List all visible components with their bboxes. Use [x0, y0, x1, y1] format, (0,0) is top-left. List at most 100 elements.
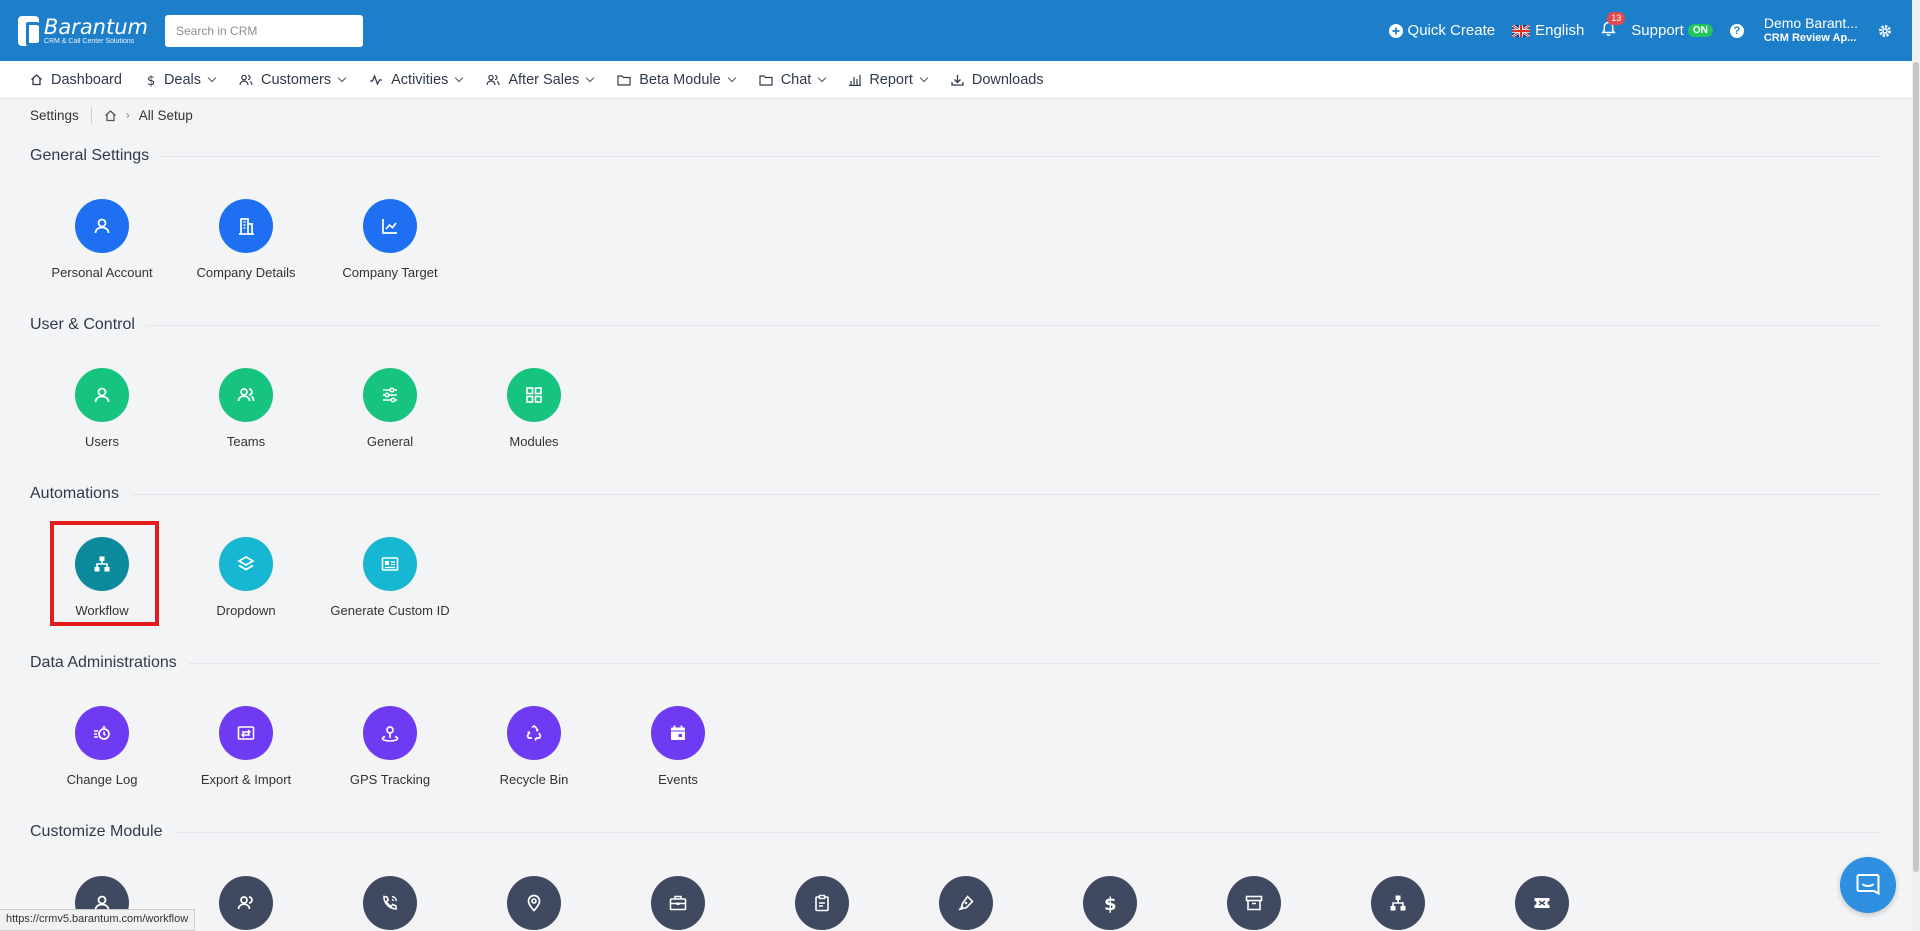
- nav-beta-module[interactable]: Beta Module: [617, 72, 736, 88]
- pen-nib-icon: [958, 895, 974, 911]
- tile-personal-account[interactable]: Personal Account: [37, 199, 167, 280]
- notifications-button[interactable]: 13: [1601, 11, 1626, 41]
- section-automations: Automations: [30, 485, 1882, 503]
- archive-icon: [1245, 895, 1263, 911]
- nav-downloads-label: Downloads: [971, 71, 1044, 88]
- tile-label: Generate Custom ID: [330, 603, 450, 618]
- chevron-down-icon: [586, 73, 595, 82]
- clipboard-icon: [815, 894, 829, 912]
- plus-circle-icon: [1388, 23, 1403, 38]
- quick-create-button[interactable]: Quick Create: [1388, 22, 1495, 39]
- sliders-icon: [383, 387, 397, 403]
- transfer-icon: [237, 726, 255, 740]
- users-icon: [486, 74, 500, 85]
- user-name: Demo Barant...: [1763, 14, 1858, 31]
- chat-widget-button[interactable]: [1840, 857, 1896, 913]
- tile-customize-quotes[interactable]: [901, 876, 1031, 930]
- tile-change-log[interactable]: Change Log: [37, 706, 167, 787]
- tile-generate-custom-id[interactable]: Generate Custom ID: [325, 537, 455, 618]
- page-scrollbar[interactable]: [1912, 0, 1920, 931]
- tile-company-details[interactable]: Company Details: [181, 199, 311, 280]
- svg-text:$: $: [1104, 894, 1117, 913]
- tile-customize-tasks[interactable]: [757, 876, 887, 930]
- tile-label: Users: [85, 434, 119, 449]
- logo-mark-icon: [18, 15, 44, 46]
- user-icon: [94, 218, 110, 234]
- help-icon[interactable]: ?: [1729, 23, 1744, 38]
- breadcrumb-current: All Setup: [138, 107, 193, 123]
- ticket-icon: [1534, 898, 1550, 908]
- tile-company-target[interactable]: Company Target: [325, 199, 455, 280]
- tile-gps-tracking[interactable]: GPS Tracking: [325, 706, 455, 787]
- tile-label: Modules: [509, 434, 559, 449]
- tile-label: General: [366, 434, 414, 449]
- tile-export-import[interactable]: Export & Import: [181, 706, 311, 787]
- tile-customize-projects[interactable]: [613, 876, 743, 930]
- nav-report[interactable]: Report: [849, 71, 929, 88]
- search-input[interactable]: [165, 14, 363, 47]
- language-selector[interactable]: English: [1512, 22, 1584, 39]
- tile-customize-deals[interactable]: $: [1045, 876, 1175, 930]
- tile-recycle-bin[interactable]: Recycle Bin: [469, 706, 599, 787]
- user-menu[interactable]: Demo Barant... CRM Review Ap...: [1763, 14, 1858, 46]
- tile-modules[interactable]: Modules: [469, 368, 599, 449]
- tile-label: Export & Import: [200, 772, 292, 787]
- notification-count-badge: 13: [1607, 11, 1626, 25]
- tile-label: Change Log: [66, 772, 138, 787]
- tile-label: Events: [658, 772, 698, 787]
- support-toggle[interactable]: Support ON: [1631, 22, 1713, 39]
- recycle-icon: [526, 724, 542, 741]
- nav-downloads[interactable]: Downloads: [951, 72, 1044, 88]
- nav-chat[interactable]: Chat: [759, 71, 827, 88]
- chevron-down-icon: [727, 73, 736, 82]
- user-icon: [94, 387, 110, 403]
- top-header: Barantum CRM & Call Center Solutions Qui…: [0, 0, 1920, 61]
- gear-icon[interactable]: [1878, 24, 1892, 38]
- nav-after-sales[interactable]: After Sales: [486, 71, 595, 88]
- breadcrumb: Settings › All Setup: [30, 107, 193, 123]
- folder-icon: [759, 74, 773, 86]
- tile-general[interactable]: General: [325, 368, 455, 449]
- tile-customize-tickets[interactable]: [1477, 876, 1607, 930]
- nav-report-label: Report: [869, 71, 913, 88]
- chevron-down-icon: [455, 73, 464, 82]
- svg-text:$: $: [147, 74, 155, 87]
- tile-users[interactable]: Users: [37, 368, 167, 449]
- tile-label: GPS Tracking: [349, 772, 431, 787]
- nav-activities[interactable]: Activities: [369, 72, 464, 88]
- tile-customize-location[interactable]: [469, 876, 599, 930]
- uk-flag-icon: [1512, 24, 1531, 37]
- users-icon: [239, 74, 253, 85]
- nav-deals[interactable]: $ Deals: [146, 72, 217, 88]
- phone-icon: [383, 895, 398, 910]
- tile-customize-structure[interactable]: [1333, 876, 1463, 930]
- nav-customers[interactable]: Customers: [239, 72, 347, 88]
- user-company: CRM Review Ap...: [1763, 31, 1857, 44]
- section-data-administrations: Data Administrations: [30, 654, 1882, 672]
- tile-events[interactable]: Events: [613, 706, 743, 787]
- users-icon: [237, 896, 253, 910]
- tile-customize-calls[interactable]: [325, 876, 455, 930]
- grid-icon: [526, 387, 542, 403]
- chat-icon: [1856, 874, 1880, 896]
- tile-dropdown[interactable]: Dropdown: [181, 537, 311, 618]
- home-icon[interactable]: [104, 109, 117, 122]
- users-icon: [237, 388, 255, 402]
- id-card-icon: [381, 557, 399, 571]
- barantum-logo[interactable]: Barantum CRM & Call Center Solutions: [18, 15, 148, 46]
- section-title: Customize Module: [30, 823, 163, 840]
- scrollbar-thumb[interactable]: [1913, 62, 1919, 872]
- tile-customize-contacts[interactable]: [181, 876, 311, 930]
- tile-customize-archive[interactable]: [1189, 876, 1319, 930]
- section-title: General Settings: [30, 147, 150, 164]
- tile-teams[interactable]: Teams: [181, 368, 311, 449]
- nav-chat-label: Chat: [780, 71, 812, 88]
- calendar-icon: [671, 725, 685, 740]
- logo-subtitle: CRM & Call Center Solutions: [43, 37, 135, 45]
- layers-icon: [237, 556, 255, 571]
- nav-dashboard[interactable]: Dashboard: [30, 72, 122, 88]
- download-icon: [951, 74, 964, 86]
- nav-after-sales-label: After Sales: [508, 71, 580, 88]
- dollar-icon: $: [1104, 894, 1117, 913]
- breadcrumb-settings[interactable]: Settings: [30, 108, 79, 123]
